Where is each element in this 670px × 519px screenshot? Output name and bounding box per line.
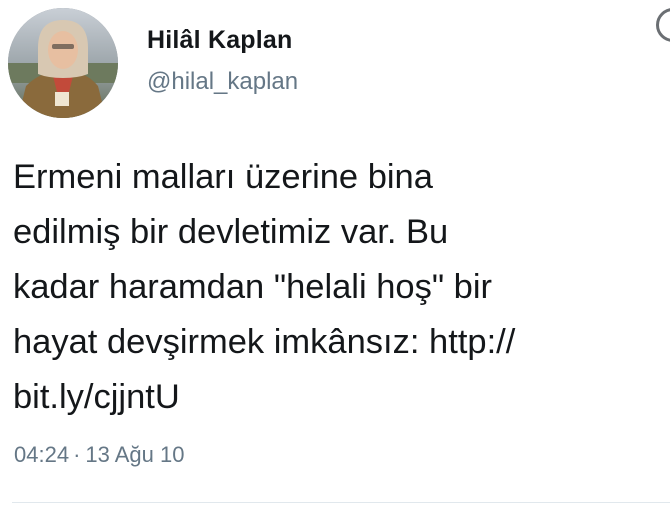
tweet-meta: 04:24 · 13 Ağu 10 [14, 442, 185, 468]
tweet-text: Ermeni malları üzerine bina edilmiş bir … [13, 150, 668, 425]
divider [12, 502, 670, 503]
meta-separator: · [73, 442, 81, 467]
tweet-time[interactable]: 04:24 [14, 442, 69, 467]
tweet-date[interactable]: 13 Ağu 10 [85, 442, 184, 467]
author-name[interactable]: Hilâl Kaplan [147, 26, 293, 55]
tweet-text-line[interactable]: hayat devşirmek imkânsız: http:// [13, 315, 668, 370]
circle-icon[interactable] [656, 8, 670, 42]
tweet-text-line: edilmiş bir devletimiz var. Bu [13, 213, 449, 251]
avatar[interactable] [8, 8, 118, 118]
avatar-photo [8, 8, 118, 118]
tweet-link[interactable]: bit.ly/cjjntU [13, 370, 668, 425]
tweet-text-line: kadar haramdan "helali hoş" bir [13, 268, 493, 306]
author-handle[interactable]: @hilal_kaplan [147, 68, 298, 96]
tweet-text-line: Ermeni malları üzerine bina [13, 158, 433, 196]
